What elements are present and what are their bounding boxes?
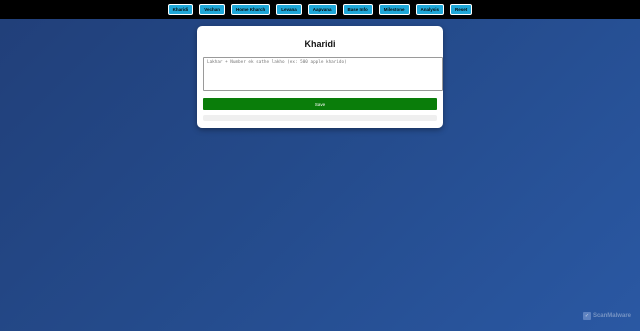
- nav-button-vechan[interactable]: Vechan: [199, 4, 225, 15]
- nav-button-reset[interactable]: Reset: [450, 4, 473, 15]
- watermark-text: ScanMalware: [592, 313, 631, 319]
- nav-button-home-kharch[interactable]: Home Kharch: [230, 4, 271, 15]
- nav-button-aapvana[interactable]: Aapvana: [307, 4, 337, 15]
- scanmalware-logo-icon: ✓: [582, 312, 591, 320]
- entry-card: Kharidi Save: [197, 26, 443, 128]
- top-nav-bar: Kharidi Vechan Home Kharch Levana Aapvan…: [0, 0, 640, 19]
- nav-button-milestone[interactable]: Milestone: [378, 4, 410, 15]
- save-button[interactable]: Save: [203, 98, 437, 110]
- entry-textarea[interactable]: [203, 57, 443, 91]
- nav-button-base-info[interactable]: Base Info: [342, 4, 373, 15]
- page-title: Kharidi: [304, 39, 336, 49]
- watermark: ✓ ScanMalware: [582, 312, 631, 320]
- output-area: [203, 115, 437, 121]
- nav-button-levana[interactable]: Levana: [276, 4, 302, 15]
- nav-button-kharidi[interactable]: Kharidi: [167, 4, 194, 15]
- nav-button-analysis[interactable]: Analysis: [415, 4, 445, 15]
